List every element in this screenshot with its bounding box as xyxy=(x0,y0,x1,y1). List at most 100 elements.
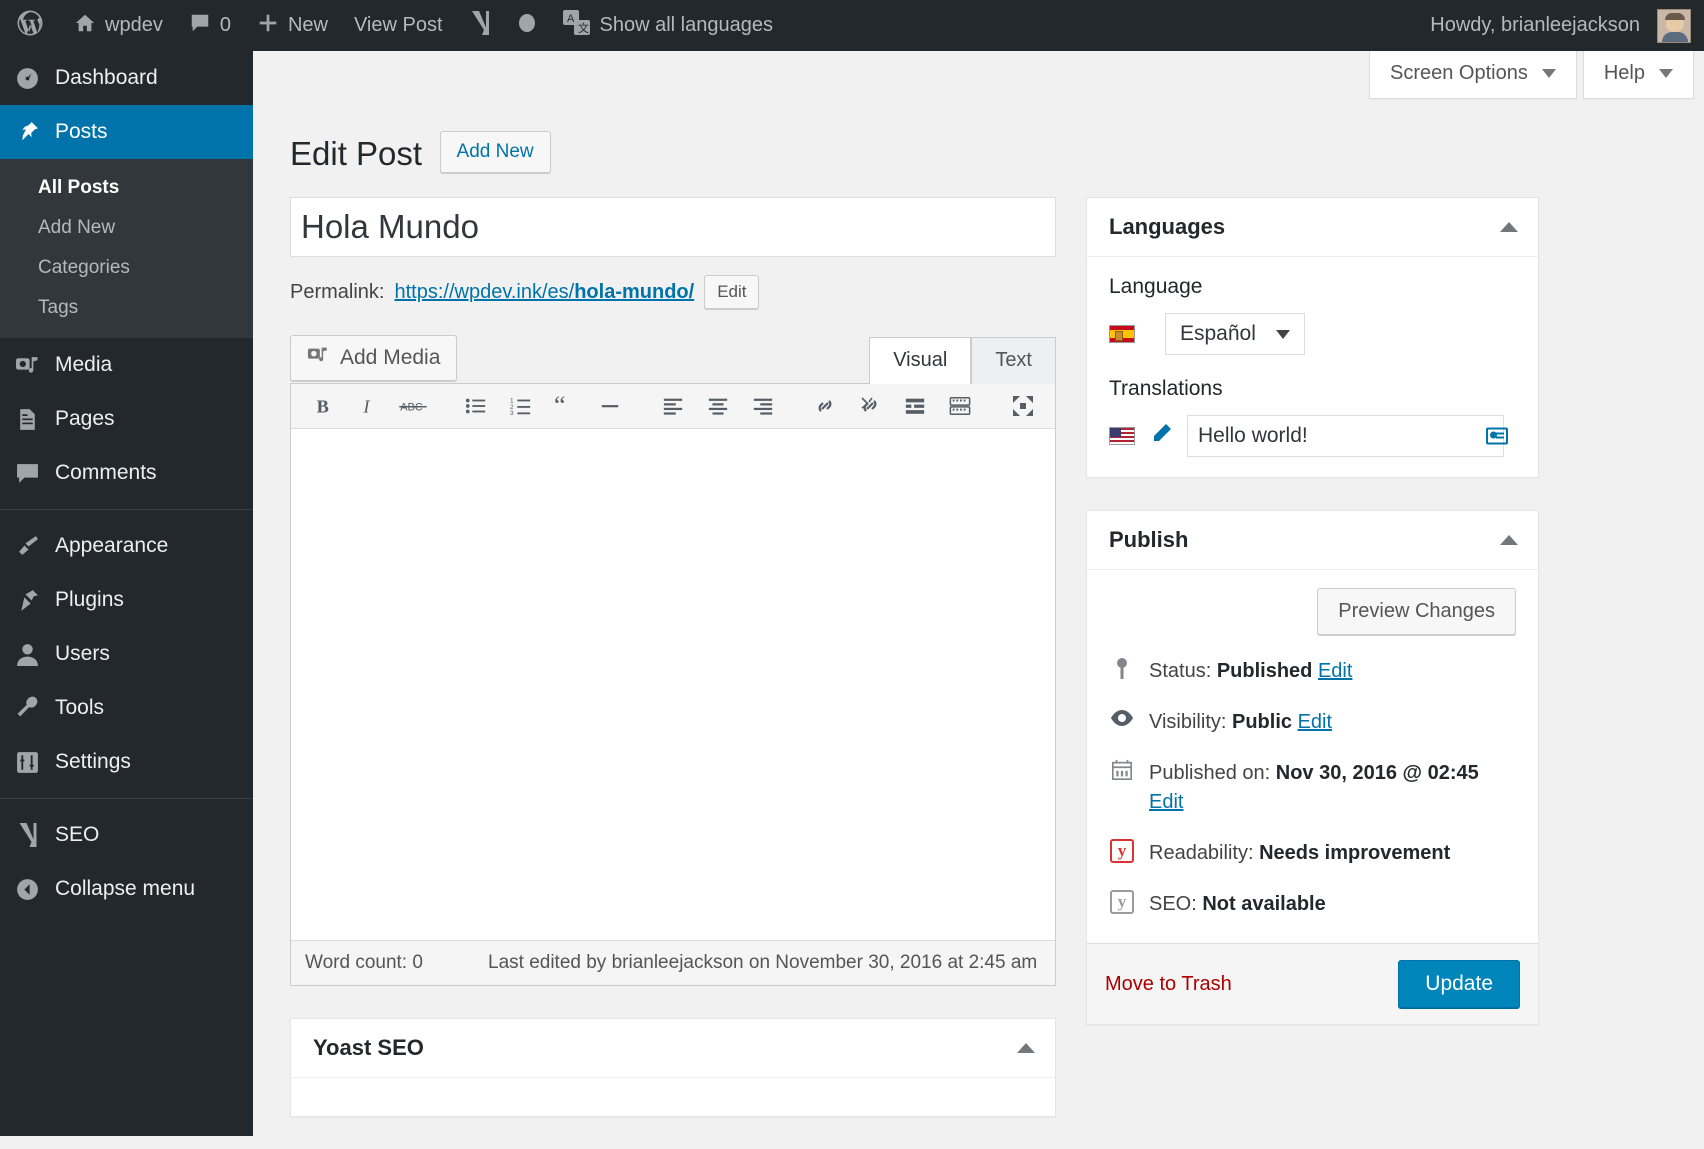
new-content-button[interactable]: New xyxy=(244,0,341,51)
help-button[interactable]: Help xyxy=(1582,51,1694,99)
sidebar-item-appearance[interactable]: Appearance xyxy=(0,519,253,573)
chevron-up-icon[interactable] xyxy=(1017,1043,1035,1053)
add-new-button[interactable]: Add New xyxy=(439,130,551,173)
insert-link-icon[interactable] xyxy=(803,385,848,427)
screen-options-label: Screen Options xyxy=(1390,62,1528,84)
sidebar-item-posts[interactable]: Posts xyxy=(0,105,253,159)
update-button[interactable]: Update xyxy=(1398,960,1520,1008)
comments-button[interactable]: 0 xyxy=(176,0,244,51)
edit-visibility-link[interactable]: Edit xyxy=(1298,711,1332,733)
read-more-icon[interactable] xyxy=(893,385,938,427)
chevron-down-icon xyxy=(1541,69,1556,78)
yoast-seo-body xyxy=(291,1078,1055,1116)
svg-text:文: 文 xyxy=(578,21,589,35)
strikethrough-icon[interactable]: ABC xyxy=(391,385,436,427)
languages-postbox: Languages Language Español Translations xyxy=(1086,197,1539,478)
edit-status-link[interactable]: Edit xyxy=(1318,660,1352,682)
edit-pencil-icon[interactable] xyxy=(1149,422,1173,451)
chevron-up-icon[interactable] xyxy=(1500,535,1518,545)
bulleted-list-icon[interactable] xyxy=(453,385,498,427)
yoast-menu-button[interactable] xyxy=(456,0,504,51)
site-name-label: wpdev xyxy=(105,14,163,36)
readability-label: Readability: xyxy=(1149,842,1254,864)
screen-meta-links: Screen Options Help xyxy=(1369,51,1694,99)
numbered-list-icon[interactable]: 1 2 3 xyxy=(498,385,543,427)
horizontal-rule-icon[interactable] xyxy=(588,385,633,427)
sidebar-item-tools[interactable]: Tools xyxy=(0,681,253,735)
site-name-button[interactable]: wpdev xyxy=(61,0,176,51)
pin-icon xyxy=(14,119,41,146)
sidebar-item-label: Appearance xyxy=(55,534,169,557)
sidebar-item-add-new[interactable]: Add New xyxy=(0,208,253,248)
permalink-base: https://wpdev.ink/es/ xyxy=(394,280,575,303)
publish-actions: Move to Trash Update xyxy=(1087,943,1538,1024)
sliders-icon xyxy=(14,749,41,776)
align-left-icon[interactable] xyxy=(651,385,696,427)
screen-options-button[interactable]: Screen Options xyxy=(1369,51,1577,99)
align-center-icon[interactable] xyxy=(695,385,740,427)
move-to-trash-link[interactable]: Move to Trash xyxy=(1105,973,1232,996)
sidebar-item-settings[interactable]: Settings xyxy=(0,735,253,789)
sidebar-item-media[interactable]: Media xyxy=(0,338,253,392)
translation-post-picker-icon[interactable] xyxy=(1486,427,1508,445)
permalink-link[interactable]: https://wpdev.ink/es/hola-mundo/ xyxy=(394,281,694,304)
language-select[interactable]: Español xyxy=(1165,313,1305,355)
sidebar-item-label: Pages xyxy=(55,407,115,430)
tab-visual[interactable]: Visual xyxy=(869,337,972,384)
seo-score-row: y SEO: Not available xyxy=(1109,890,1516,919)
yoast-seo-postbox-header[interactable]: Yoast SEO xyxy=(291,1019,1055,1078)
post-editor: B I ABC 1 2 3 “ Word count: 0 Last edite… xyxy=(290,383,1056,986)
sidebar-item-comments[interactable]: Comments xyxy=(0,446,253,500)
seo-value: Not available xyxy=(1202,893,1326,915)
sidebar-item-collapse-menu[interactable]: Collapse menu xyxy=(0,862,253,916)
add-media-button[interactable]: Add Media xyxy=(290,335,458,381)
publish-title: Publish xyxy=(1109,527,1189,552)
publish-postbox: Publish Preview Changes Status: Publishe xyxy=(1086,510,1539,1025)
edit-published-date-link[interactable]: Edit xyxy=(1149,791,1183,813)
publish-postbox-header[interactable]: Publish xyxy=(1087,511,1538,570)
sidebar-item-label: Settings xyxy=(55,750,131,773)
keyboard-shortcuts-icon[interactable] xyxy=(937,385,982,427)
show-all-languages-button[interactable]: A 文 Show all languages xyxy=(550,0,786,51)
translation-input[interactable] xyxy=(1187,415,1504,457)
view-post-label: View Post xyxy=(353,14,443,36)
preview-changes-button[interactable]: Preview Changes xyxy=(1317,588,1516,635)
svg-text:ABC: ABC xyxy=(400,402,423,414)
post-content-editable-area[interactable] xyxy=(291,429,1055,940)
page-icon xyxy=(14,406,41,433)
show-all-languages-label: Show all languages xyxy=(599,14,773,36)
avatar xyxy=(1657,8,1691,43)
pin-marker-icon xyxy=(1109,657,1135,681)
admin-sidebar-menu: Dashboard Posts All Posts Add New Catego… xyxy=(0,51,253,1136)
sidebar-item-dashboard[interactable]: Dashboard xyxy=(0,51,253,105)
post-title-input[interactable] xyxy=(290,197,1056,257)
chevron-up-icon[interactable] xyxy=(1500,222,1518,232)
published-on-value: Nov 30, 2016 @ 02:45 xyxy=(1275,762,1479,784)
sidebar-item-categories[interactable]: Categories xyxy=(0,248,253,288)
languages-postbox-header[interactable]: Languages xyxy=(1087,198,1538,257)
posts-submenu: All Posts Add New Categories Tags xyxy=(0,159,253,338)
seo-score-text: SEO: Not available xyxy=(1149,890,1326,919)
status-dot-button[interactable] xyxy=(504,0,550,51)
bold-icon[interactable]: B xyxy=(301,385,346,427)
sidebar-item-plugins[interactable]: Plugins xyxy=(0,573,253,627)
circle-icon xyxy=(517,12,537,40)
sidebar-item-users[interactable]: Users xyxy=(0,627,253,681)
wp-logo-button[interactable] xyxy=(0,0,61,51)
fullscreen-icon[interactable] xyxy=(1000,385,1045,427)
unlink-icon[interactable] xyxy=(848,385,893,427)
view-post-button[interactable]: View Post xyxy=(341,0,456,51)
sidebar-item-seo[interactable]: SEO xyxy=(0,808,253,862)
sidebar-item-pages[interactable]: Pages xyxy=(0,392,253,446)
translations-label: Translations xyxy=(1109,377,1223,400)
published-on-row: Published on: Nov 30, 2016 @ 02:45 Edit xyxy=(1109,759,1516,817)
edit-permalink-button[interactable]: Edit xyxy=(704,275,760,309)
align-right-icon[interactable] xyxy=(740,385,785,427)
sidebar-item-tags[interactable]: Tags xyxy=(0,288,253,328)
my-account-button[interactable]: Howdy, brianleejackson xyxy=(1417,0,1704,51)
italic-icon[interactable]: I xyxy=(346,385,391,427)
blockquote-icon[interactable]: “ xyxy=(543,385,588,427)
sidebar-item-all-posts[interactable]: All Posts xyxy=(0,168,253,208)
readability-value: Needs improvement xyxy=(1259,842,1451,864)
tab-text[interactable]: Text xyxy=(971,337,1056,384)
